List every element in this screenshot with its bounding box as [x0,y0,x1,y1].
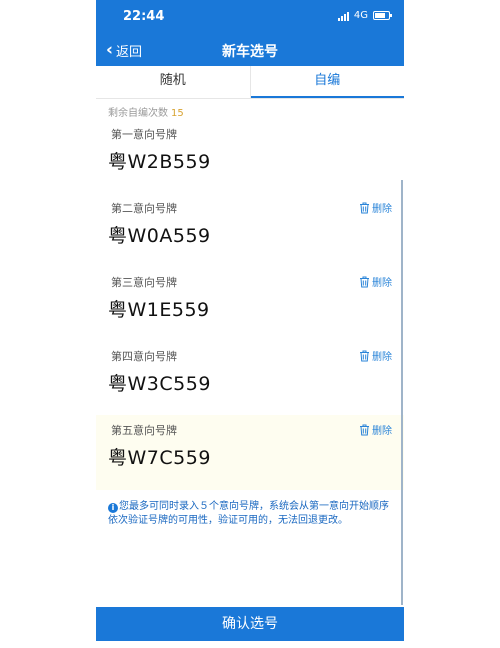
delete-button[interactable]: 删除 [359,274,392,289]
preference-row-1: 第一意向号牌 粤W2B559 [96,119,404,194]
remaining-count: 剩余自编次数 15 [108,104,184,119]
remaining-label: 剩余自编次数 [108,108,168,119]
plate-number[interactable]: 粤W1E559 [108,295,210,322]
nav-bar: ‹ 返回 新车选号 [96,36,404,66]
delete-button[interactable]: 删除 [359,422,392,437]
plate-number[interactable]: 粤W2B559 [108,147,211,174]
preference-label: 第三意向号牌 [111,276,177,289]
preference-row-2: 第二意向号牌 粤W0A559 删除 [96,193,404,268]
notice-text: i 您最多可同时录入５个意向号牌，系统会从第一意向开始顺序依次验证号牌的可用性，验… [108,500,392,528]
trash-icon [360,202,369,213]
tab-random[interactable]: 随机 [96,66,251,98]
battery-icon [373,11,392,20]
plate-number[interactable]: 粤W3C559 [108,369,211,396]
scrollbar[interactable] [401,180,403,605]
tab-bar: 随机 自编 [96,66,404,99]
preference-label: 第五意向号牌 [111,424,177,437]
preference-label: 第一意向号牌 [111,128,177,141]
preference-row-3: 第三意向号牌 粤W1E559 删除 [96,267,404,342]
trash-icon [360,424,369,435]
tab-custom[interactable]: 自编 [250,66,404,98]
info-icon: i [108,503,118,513]
remaining-number: 15 [171,108,184,119]
confirm-button[interactable]: 确认选号 [96,607,404,641]
delete-button[interactable]: 删除 [359,200,392,215]
delete-label: 删除 [372,352,392,363]
status-right: 4G [337,10,392,21]
preference-row-4: 第四意向号牌 粤W3C559 删除 [96,341,404,416]
trash-icon [360,350,369,361]
status-time: 22:44 [123,9,165,24]
trash-icon [360,276,369,287]
delete-button[interactable]: 删除 [359,348,392,363]
plate-number[interactable]: 粤W0A559 [108,221,211,248]
signal-icon [337,11,349,21]
delete-label: 删除 [372,278,392,289]
page-title: 新车选号 [222,44,278,60]
preference-label: 第四意向号牌 [111,350,177,363]
network-type: 4G [353,10,368,21]
preference-label: 第二意向号牌 [111,202,177,215]
delete-label: 删除 [372,204,392,215]
status-bar: 22:44 4G [96,0,404,36]
notice-body: 您最多可同时录入５个意向号牌，系统会从第一意向开始顺序依次验证号牌的可用性，验证… [108,501,389,526]
delete-label: 删除 [372,426,392,437]
phone-screen: 22:44 4G ‹ 返回 新车选号 随机 自编 剩余自编次数 15 第一意向号牌… [96,0,404,648]
preference-row-5: 第五意向号牌 粤W7C559 删除 [96,415,404,490]
plate-number[interactable]: 粤W7C559 [108,443,211,470]
